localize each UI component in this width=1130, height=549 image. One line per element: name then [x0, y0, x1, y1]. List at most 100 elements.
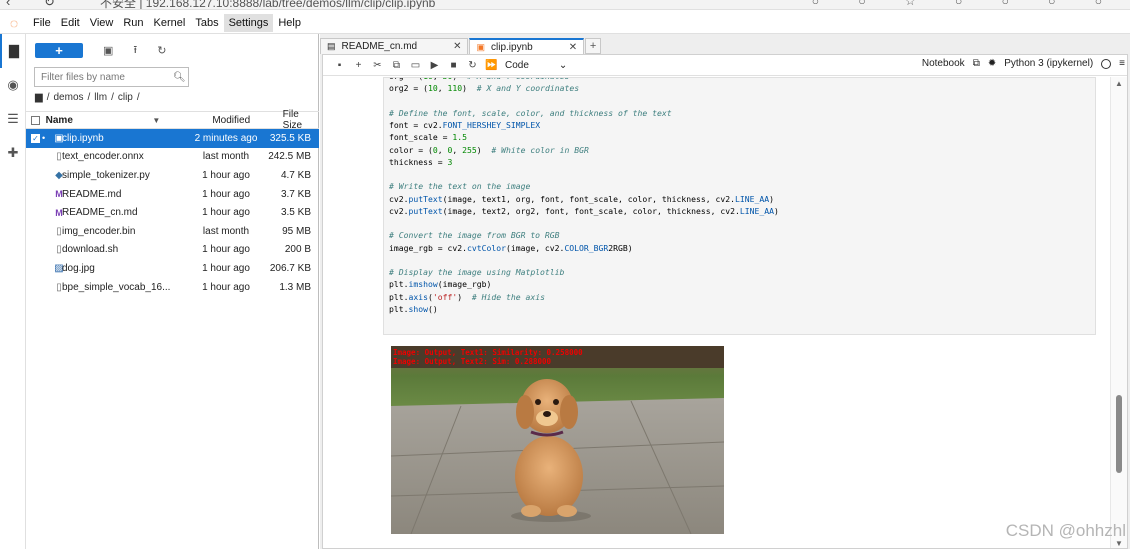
- scroll-up-icon[interactable]: ▲: [1115, 79, 1123, 88]
- folder-icon[interactable]: ▇: [0, 34, 26, 68]
- new-tab-button[interactable]: +: [585, 38, 602, 54]
- upload-icon[interactable]: ⭱: [133, 41, 137, 60]
- breadcrumb: ▆ / demos / llm / clip /: [35, 92, 140, 103]
- run-icon[interactable]: ▶: [425, 60, 444, 71]
- file-modified: 1 hour ago: [202, 188, 250, 200]
- file-size: 3.7 KB: [280, 188, 311, 200]
- search-icon: 🔍︎: [173, 71, 186, 83]
- file-checkbox[interactable]: ✓: [31, 133, 40, 143]
- new-folder-icon[interactable]: ▣: [103, 44, 113, 57]
- menu-help[interactable]: Help: [273, 14, 306, 32]
- dog-photo: [391, 346, 724, 534]
- scrollbar-thumb[interactable]: [1116, 395, 1122, 473]
- file-checkbox[interactable]: [31, 245, 40, 254]
- file-name: bpe_simple_vocab_16...: [62, 281, 171, 293]
- menu-kernel[interactable]: Kernel: [149, 14, 191, 32]
- kernel-name[interactable]: Python 3 (ipykernel): [1004, 58, 1093, 69]
- chevron-down-icon: ⌄: [558, 59, 568, 71]
- file-row[interactable]: ▯ img_encoder.bin last month 95 MB: [26, 222, 319, 241]
- extension-icon[interactable]: ✚: [0, 136, 26, 170]
- tab-clip-ipynb[interactable]: ▣ clip.ipynb ✕: [469, 38, 585, 54]
- sort-caret-icon[interactable]: ▼: [152, 116, 160, 125]
- file-browser: + ▣ ⭱ ↻ 🔍︎ ▆ / demos / llm / clip / Name…: [26, 34, 319, 549]
- notebook-toolbar-right: Notebook ⧉ ✹ Python 3 (ipykernel) ≡: [922, 58, 1125, 69]
- watermark: CSDN @ohhzhl: [1005, 521, 1126, 540]
- menubar: ◌ File Edit View Run Kernel Tabs Setting…: [0, 12, 1130, 34]
- file-row[interactable]: ▯ bpe_simple_vocab_16... 1 hour ago 1.3 MB: [26, 278, 319, 297]
- file-checkbox[interactable]: [31, 283, 40, 292]
- file-size: 4.7 KB: [280, 169, 311, 181]
- close-icon[interactable]: ✕: [453, 41, 461, 52]
- jupyter-logo-icon: ◌: [9, 14, 19, 31]
- file-modified: 2 minutes ago: [194, 132, 258, 144]
- debug-icon[interactable]: ✹: [988, 58, 996, 69]
- overlay-text-line2: Image: Output, Text2: Sim: 0.288000: [393, 357, 552, 366]
- file-size: 1.3 MB: [279, 281, 311, 293]
- menu-icon[interactable]: ≡: [1119, 58, 1125, 69]
- insert-cell-icon[interactable]: +: [349, 60, 368, 71]
- file-row[interactable]: M README.md 1 hour ago 3.7 KB: [26, 185, 319, 204]
- filter-files-input[interactable]: [41, 71, 173, 83]
- file-checkbox[interactable]: [31, 208, 40, 217]
- file-name: clip.ipynb: [62, 132, 104, 144]
- external-link-icon[interactable]: ⧉: [973, 58, 980, 69]
- cell-type-value: Code: [505, 59, 529, 71]
- breadcrumb-clip[interactable]: clip: [118, 92, 133, 103]
- save-icon[interactable]: ▪: [330, 60, 349, 71]
- code-text: org = (10, 50) # X and Y coordinates org…: [389, 78, 779, 314]
- restart-run-all-icon[interactable]: ⏩: [482, 60, 501, 71]
- table-of-contents-icon[interactable]: ☰: [0, 102, 26, 136]
- menu-tabs[interactable]: Tabs: [190, 14, 223, 32]
- notebook-scrollbar[interactable]: ▲ ▼: [1110, 77, 1127, 548]
- file-size: 3.5 KB: [280, 207, 311, 219]
- file-checkbox[interactable]: [31, 227, 40, 236]
- cut-icon[interactable]: ✂: [368, 60, 387, 71]
- code-cell-editor[interactable]: org = (10, 50) # X and Y coordinates org…: [383, 77, 1096, 335]
- menu-run[interactable]: Run: [118, 14, 148, 32]
- file-row[interactable]: ▯ text_encoder.onnx last month 242.5 MB: [26, 148, 319, 167]
- tab-label: README_cn.md: [341, 41, 418, 52]
- copy-icon[interactable]: ⧉: [387, 60, 406, 71]
- restart-icon[interactable]: ↻: [463, 60, 482, 71]
- paste-icon[interactable]: ▭: [406, 60, 425, 71]
- browser-url[interactable]: 不安全 | 192.168.127.10:8888/lab/tree/demos…: [100, 0, 435, 9]
- reload-icon[interactable]: ↻: [44, 0, 55, 9]
- new-launcher-button[interactable]: +: [35, 43, 83, 58]
- column-file-size[interactable]: File Size: [283, 109, 319, 131]
- file-row[interactable]: ▨ dog.jpg 1 hour ago 206.7 KB: [26, 259, 319, 278]
- file-checkbox[interactable]: [31, 190, 40, 199]
- file-checkbox[interactable]: [31, 171, 40, 180]
- cell-type-select[interactable]: Code ⌄: [505, 60, 567, 71]
- select-all-checkbox[interactable]: [31, 115, 40, 125]
- breadcrumb-root[interactable]: /: [47, 92, 50, 103]
- menu-file[interactable]: File: [28, 14, 56, 32]
- breadcrumb-sep: /: [136, 92, 140, 103]
- markdown-tab-icon: ▤: [327, 41, 336, 51]
- file-checkbox[interactable]: [31, 152, 40, 161]
- running-kernels-icon[interactable]: ◉: [0, 68, 26, 102]
- main-area: ▤ README_cn.md ✕ ▣ clip.ipynb ✕ + ▪ + ✂ …: [320, 34, 1130, 549]
- refresh-icon[interactable]: ↻: [157, 44, 166, 57]
- file-name: README_cn.md: [62, 207, 138, 219]
- close-icon[interactable]: ✕: [569, 42, 577, 53]
- file-row[interactable]: ◆ simple_tokenizer.py 1 hour ago 4.7 KB: [26, 166, 319, 185]
- menu-settings[interactable]: Settings: [223, 13, 274, 32]
- file-row[interactable]: ▯ download.sh 1 hour ago 200 B: [26, 241, 319, 260]
- back-icon[interactable]: ‹: [6, 0, 10, 9]
- breadcrumb-demos[interactable]: demos: [53, 92, 83, 103]
- file-name: README.md: [62, 188, 122, 200]
- file-row[interactable]: M README_cn.md 1 hour ago 3.5 KB: [26, 203, 319, 222]
- breadcrumb-llm[interactable]: llm: [94, 92, 107, 103]
- file-row[interactable]: ✓ • ▣ clip.ipynb 2 minutes ago 325.5 KB: [26, 129, 319, 148]
- menu-edit[interactable]: Edit: [56, 14, 85, 32]
- tab-readme-cn[interactable]: ▤ README_cn.md ✕: [320, 38, 469, 54]
- column-name[interactable]: Name: [46, 115, 141, 126]
- file-checkbox[interactable]: [31, 264, 40, 273]
- file-name: dog.jpg: [62, 262, 95, 274]
- filter-files-field[interactable]: 🔍︎: [34, 67, 189, 87]
- file-size: 200 B: [284, 244, 311, 256]
- open-notebook-button[interactable]: Notebook: [922, 58, 965, 69]
- menu-view[interactable]: View: [85, 14, 119, 32]
- stop-icon[interactable]: ■: [444, 60, 463, 71]
- column-modified[interactable]: Modified: [212, 115, 278, 126]
